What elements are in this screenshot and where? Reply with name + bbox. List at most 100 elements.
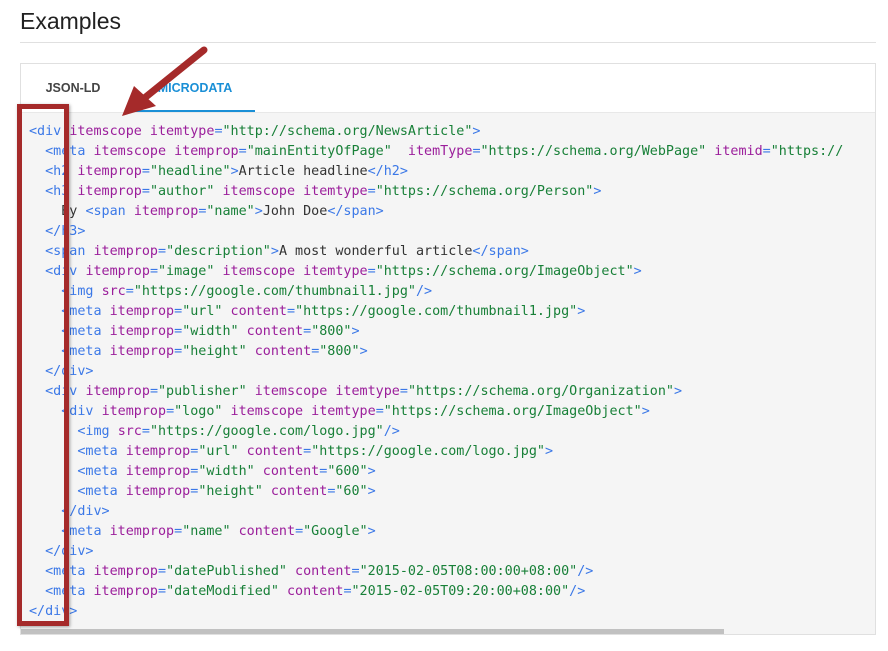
code-line: <meta itemscope itemprop="mainEntityOfPa… xyxy=(29,142,843,162)
code-token: "60" xyxy=(335,484,368,499)
code-token: = xyxy=(141,424,150,439)
code-token: itemprop xyxy=(125,464,191,479)
code-token: "https://google.com/thumbnail1.jpg" xyxy=(133,284,416,299)
code-token: > xyxy=(359,344,368,359)
code-token: Article headline xyxy=(238,164,368,179)
code-token: "2015-02-05T09:20:00+08:00" xyxy=(351,584,570,599)
code-token: "dateModified" xyxy=(166,584,279,599)
code-line: <h2 itemprop="headline">Article headline… xyxy=(29,162,843,182)
code-token: = xyxy=(375,404,384,419)
code-token: "image" xyxy=(158,264,215,279)
code-line: <img src="https://google.com/logo.jpg"/> xyxy=(29,422,843,442)
code-token: = xyxy=(287,304,296,319)
code-line: </div> xyxy=(29,502,843,522)
code-token: > xyxy=(472,124,481,139)
code-token: "logo" xyxy=(174,404,223,419)
code-line: </div> xyxy=(29,542,843,562)
code-token: = xyxy=(174,344,183,359)
code-line: <meta itemprop="width" content="800"> xyxy=(29,322,843,342)
code-token: "https://google.com/logo.jpg" xyxy=(311,444,545,459)
code-token: content xyxy=(238,324,304,339)
code-token: > xyxy=(367,524,376,539)
code-token: = xyxy=(295,524,304,539)
red-highlight-box xyxy=(17,104,69,626)
code-token: "description" xyxy=(166,244,271,259)
code-token: "https://schema.org/ImageObject" xyxy=(383,404,642,419)
code-token: "publisher" xyxy=(158,384,247,399)
code-token: "name" xyxy=(206,204,255,219)
code-line: <meta itemprop="url" content="https://go… xyxy=(29,442,843,462)
code-token: itemprop xyxy=(125,444,191,459)
code-token: itemprop xyxy=(85,264,150,279)
code-token: </span> xyxy=(472,244,529,259)
code-token: "name" xyxy=(182,524,231,539)
code-token: "headline" xyxy=(149,164,231,179)
code-token: itemprop xyxy=(109,524,175,539)
code-token: src xyxy=(117,424,142,439)
code-line: <div itemprop="logo" itemscope itemtype=… xyxy=(29,402,843,422)
code-token: = xyxy=(238,144,247,159)
code-token: A most wonderful article xyxy=(278,244,473,259)
code-line: <div itemprop="publisher" itemscope item… xyxy=(29,382,843,402)
code-token: = xyxy=(166,404,175,419)
code-token: "width" xyxy=(182,324,239,339)
code-token: itemType xyxy=(391,144,473,159)
code-line: <img src="https://google.com/thumbnail1.… xyxy=(29,282,843,302)
code-token: = xyxy=(367,184,376,199)
code-token: = xyxy=(125,284,134,299)
code-token: /> xyxy=(383,424,400,439)
code-token: content xyxy=(254,464,320,479)
code-token: itemscope itemtype xyxy=(214,184,368,199)
code-token: itemid xyxy=(706,144,763,159)
red-arrow-icon xyxy=(122,46,208,116)
code-token: itemprop xyxy=(109,304,175,319)
code-token: = xyxy=(472,144,481,159)
code-token: itemprop xyxy=(93,244,159,259)
code-line: <h3 itemprop="author" itemscope itemtype… xyxy=(29,182,843,202)
horizontal-scrollbar[interactable] xyxy=(21,629,724,634)
code-token: content xyxy=(287,564,352,579)
code-line: </div> xyxy=(29,602,843,622)
code-token: itemprop xyxy=(109,324,175,339)
code-token: itemprop xyxy=(93,564,159,579)
code-token: /> xyxy=(577,564,594,579)
code-token: content xyxy=(246,344,312,359)
code-token: content xyxy=(230,524,296,539)
code-token: "author" xyxy=(149,184,215,199)
code-token: = xyxy=(174,524,183,539)
code-token: = xyxy=(351,564,360,579)
code-token: itemscope itemprop xyxy=(93,144,239,159)
code-line: By <span itemprop="name">John Doe</span> xyxy=(29,202,843,222)
code-token: itemprop xyxy=(101,404,167,419)
code-token: itemprop xyxy=(109,344,175,359)
code-token: = xyxy=(158,244,167,259)
code-token: src xyxy=(101,284,126,299)
code-token: "https://schema.org/Organization" xyxy=(407,384,674,399)
code-token: itemscope itemtype xyxy=(214,264,368,279)
code-token: "600" xyxy=(327,464,368,479)
code-token: = xyxy=(303,324,312,339)
code-token: itemprop xyxy=(133,204,199,219)
code-token: = xyxy=(141,184,150,199)
code-token: </span> xyxy=(327,204,384,219)
code-token: itemprop xyxy=(85,384,150,399)
code-token: > xyxy=(673,384,683,399)
code-token: > xyxy=(254,204,263,219)
code-line: <meta itemprop="height" content="800"> xyxy=(29,342,843,362)
code-line: <meta itemprop="width" content="600"> xyxy=(29,462,843,482)
code-token: > xyxy=(230,164,239,179)
code-token: "https:// xyxy=(770,144,844,159)
code-token: > xyxy=(351,324,360,339)
code-token: = xyxy=(158,584,167,599)
code-token: content xyxy=(262,484,328,499)
code-token: = xyxy=(399,384,408,399)
code-token: "https://schema.org/ImageObject" xyxy=(375,264,634,279)
code-token: > xyxy=(367,464,376,479)
code-line: <meta itemprop="height" content="60"> xyxy=(29,482,843,502)
code-line: <meta itemprop="name" content="Google"> xyxy=(29,522,843,542)
code-token: itemprop xyxy=(77,184,142,199)
code-token: "2015-02-05T08:00:00+08:00" xyxy=(359,564,578,579)
code-token: content xyxy=(278,584,344,599)
code-token: /> xyxy=(415,284,433,299)
code-token: "https://schema.org/WebPage" xyxy=(480,144,707,159)
